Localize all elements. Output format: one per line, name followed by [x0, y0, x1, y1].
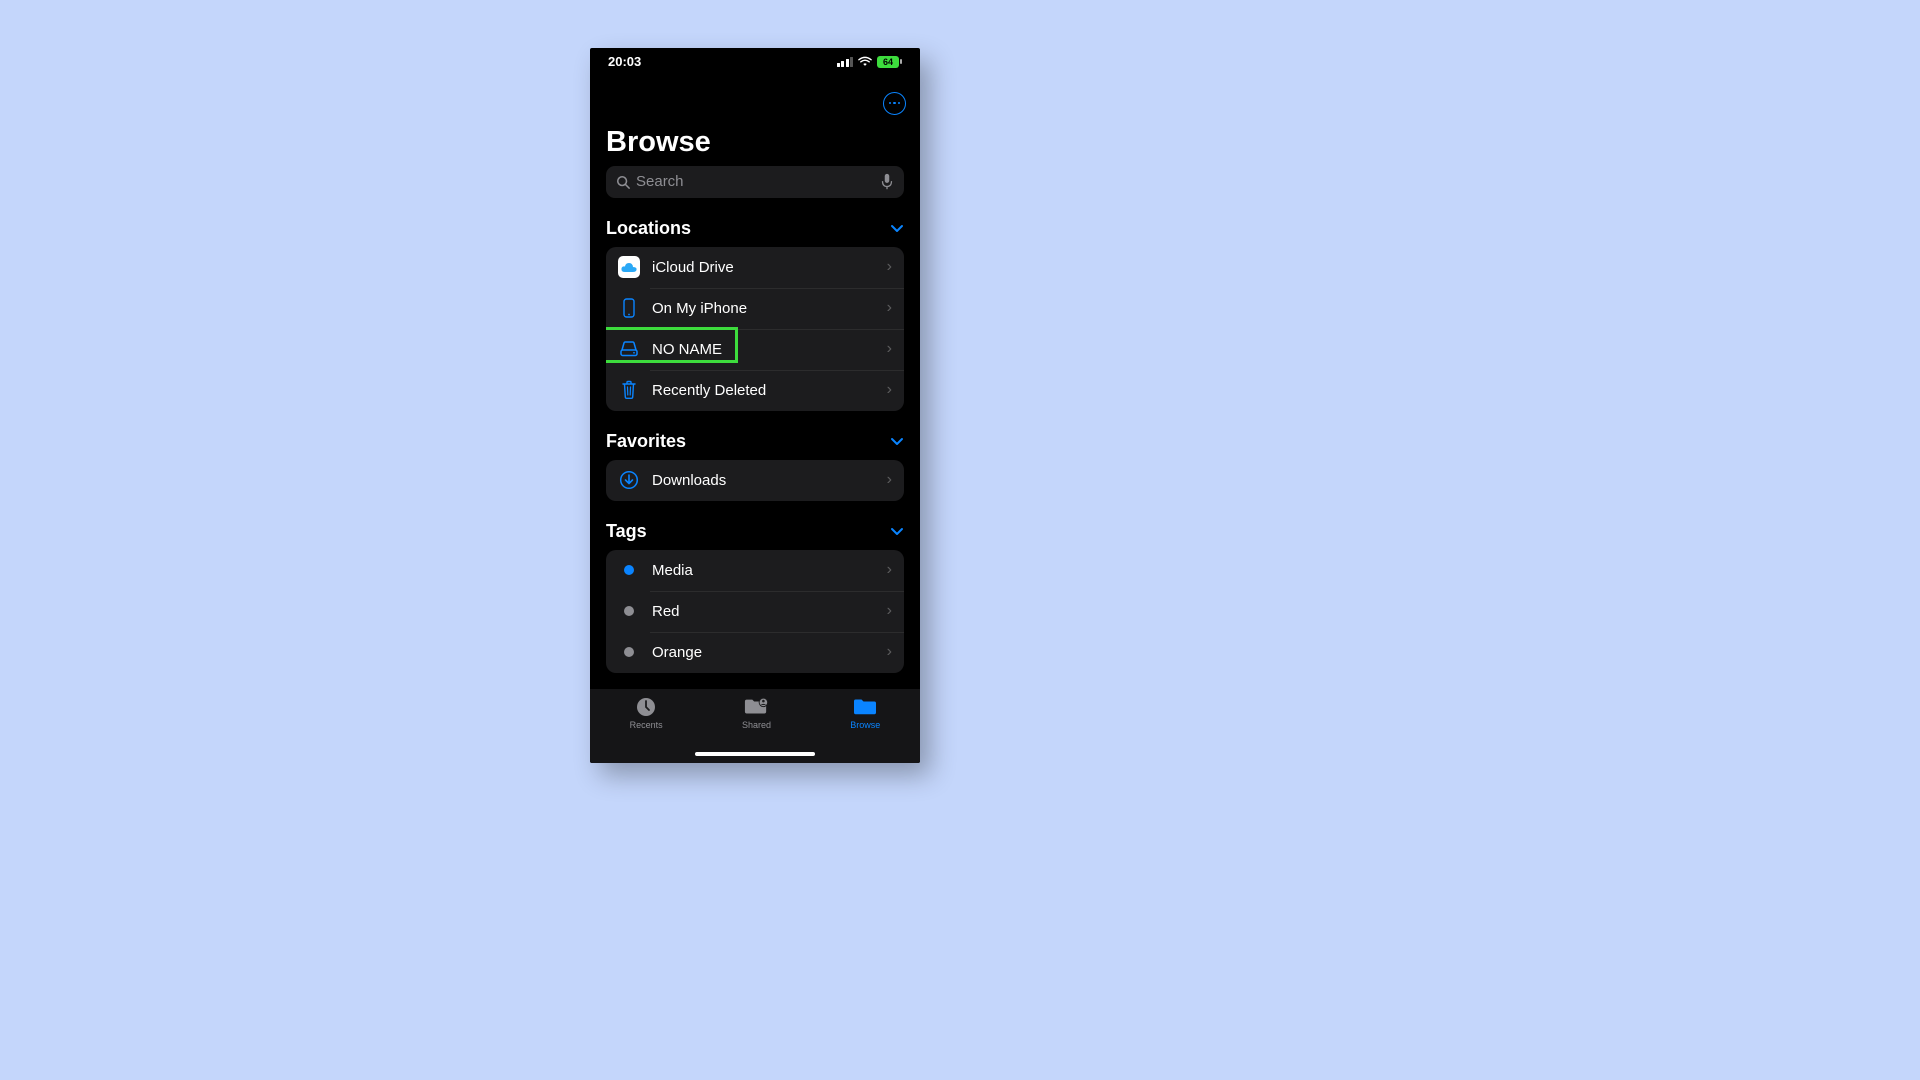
tab-label: Shared [742, 720, 771, 730]
tag-red[interactable]: Red › [606, 591, 904, 632]
trash-icon [618, 379, 640, 401]
tag-dot-icon [624, 565, 634, 575]
tab-browse[interactable]: Browse [850, 697, 880, 730]
section-header-locations[interactable]: Locations [606, 218, 904, 239]
chevron-right-icon: › [887, 340, 892, 358]
locations-list: iCloud Drive › On My iPhone › NO NAME › [606, 247, 904, 411]
iphone-icon [618, 297, 640, 319]
row-label: Orange [652, 644, 887, 661]
chevron-right-icon: › [887, 299, 892, 317]
row-label: Media [652, 562, 887, 579]
chevron-down-icon [890, 524, 904, 538]
chevron-right-icon: › [887, 561, 892, 579]
section-title: Favorites [606, 431, 686, 452]
chevron-right-icon: › [887, 381, 892, 399]
search-bar[interactable] [606, 166, 904, 198]
external-drive-icon [618, 338, 640, 360]
tab-bar: Recents Shared Browse [590, 689, 920, 763]
tag-media[interactable]: Media › [606, 550, 904, 591]
favorite-downloads[interactable]: Downloads › [606, 460, 904, 501]
battery-icon: 64 [877, 56, 902, 68]
chevron-right-icon: › [887, 471, 892, 489]
tab-shared[interactable]: Shared [742, 697, 771, 730]
home-indicator[interactable] [695, 752, 815, 756]
location-icloud-drive[interactable]: iCloud Drive › [606, 247, 904, 288]
location-on-my-iphone[interactable]: On My iPhone › [606, 288, 904, 329]
favorites-list: Downloads › [606, 460, 904, 501]
tab-recents[interactable]: Recents [630, 697, 663, 730]
wifi-icon [858, 56, 872, 67]
chevron-right-icon: › [887, 643, 892, 661]
chevron-down-icon [890, 434, 904, 448]
location-no-name[interactable]: NO NAME › [606, 329, 904, 370]
location-recently-deleted[interactable]: Recently Deleted › [606, 370, 904, 411]
section-title: Tags [606, 521, 647, 542]
row-label: Recently Deleted [652, 382, 887, 399]
status-bar: 20:03 64 [590, 48, 920, 76]
cellular-icon [837, 57, 854, 67]
tab-label: Browse [850, 720, 880, 730]
search-icon [616, 175, 630, 189]
chevron-down-icon [890, 221, 904, 235]
battery-level: 64 [877, 56, 899, 68]
downloads-icon [618, 469, 640, 491]
row-label: NO NAME [652, 341, 887, 358]
page-title: Browse [606, 126, 711, 159]
folder-icon [853, 697, 877, 717]
chevron-right-icon: › [887, 602, 892, 620]
row-label: iCloud Drive [652, 259, 887, 276]
chevron-right-icon: › [887, 258, 892, 276]
tag-dot-icon [624, 647, 634, 657]
ellipsis-icon [889, 102, 900, 104]
microphone-icon[interactable] [880, 173, 894, 191]
clock-icon [634, 697, 658, 717]
more-button[interactable] [883, 92, 906, 115]
shared-folder-icon [744, 697, 768, 717]
row-label: On My iPhone [652, 300, 887, 317]
section-header-tags[interactable]: Tags [606, 521, 904, 542]
row-label: Red [652, 603, 887, 620]
phone-frame: 20:03 64 Browse [590, 48, 920, 763]
status-right: 64 [837, 56, 903, 68]
section-header-favorites[interactable]: Favorites [606, 431, 904, 452]
search-input[interactable] [636, 173, 880, 190]
tab-label: Recents [630, 720, 663, 730]
tag-orange[interactable]: Orange › [606, 632, 904, 673]
icloud-icon [618, 256, 640, 278]
clock: 20:03 [608, 54, 641, 69]
row-label: Downloads [652, 472, 887, 489]
tag-dot-icon [624, 606, 634, 616]
section-title: Locations [606, 218, 691, 239]
main-content: Locations iCloud Drive › On My iPhone › [590, 206, 920, 689]
tags-list: Media › Red › Orange › [606, 550, 904, 673]
